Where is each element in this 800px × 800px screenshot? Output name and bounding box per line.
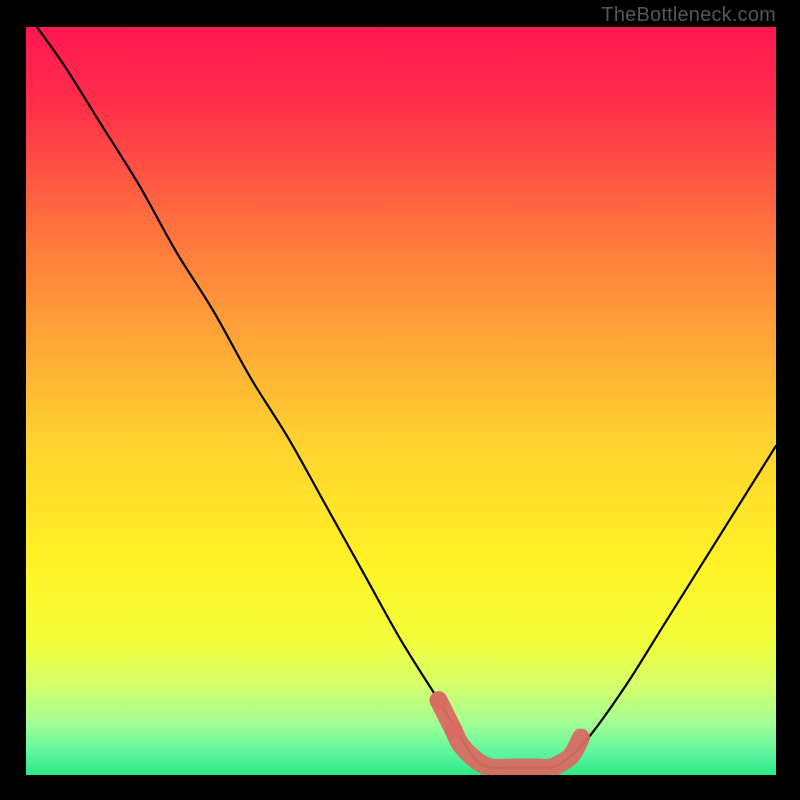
optimal-range-dot (430, 691, 448, 709)
chart-frame: TheBottleneck.com (0, 0, 800, 800)
attribution-text: TheBottleneck.com (601, 4, 776, 27)
plot-area (26, 27, 776, 775)
optimal-range-dot (445, 721, 463, 739)
bottleneck-chart (26, 27, 776, 775)
gradient-background (26, 27, 776, 775)
